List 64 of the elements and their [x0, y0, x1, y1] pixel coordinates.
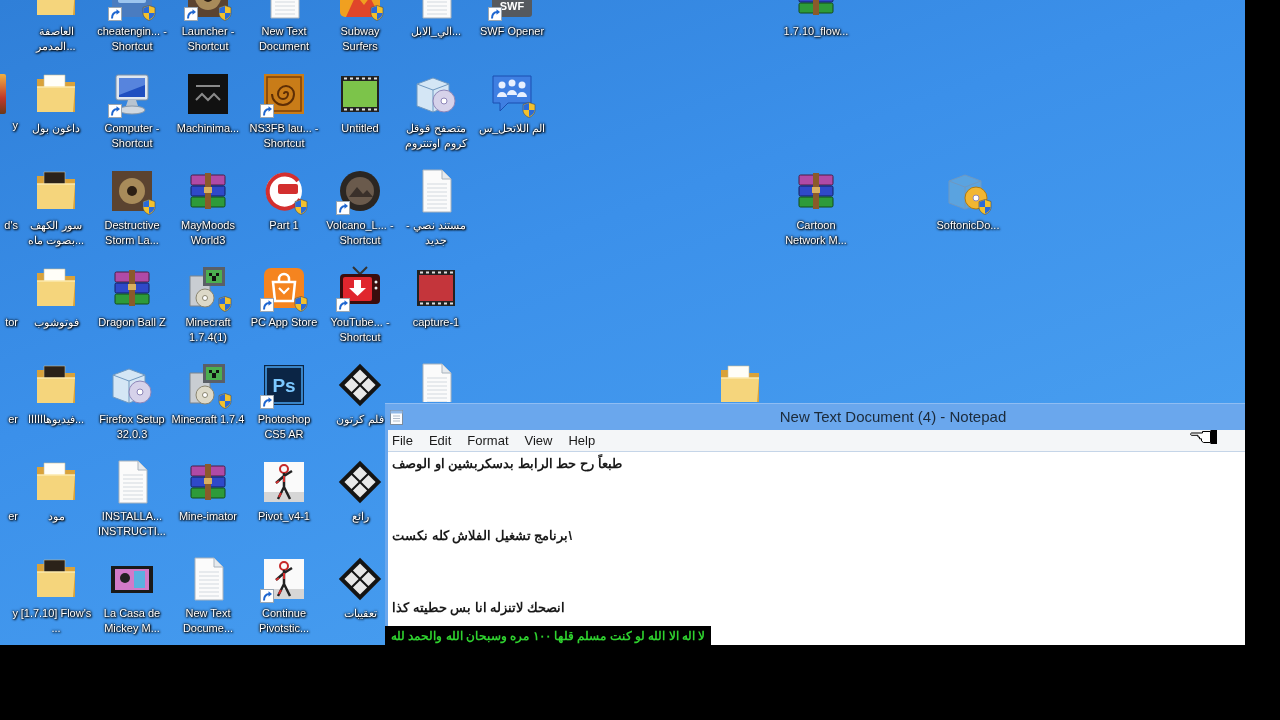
desktop-item[interactable]: فوتوشوب	[32, 264, 80, 330]
logo-text: Ps	[272, 375, 296, 395]
desktop-item[interactable]: مود	[32, 458, 80, 524]
desktop-item[interactable]: Pivot_v4-1	[258, 458, 310, 524]
desktop-item[interactable]: تعقيبات	[336, 555, 384, 621]
text-line: انصحك لاتنزله انا بس حطيته كذا	[392, 599, 566, 617]
text-line: برنامج تشغيل الفلاش كله نكست\	[392, 527, 573, 545]
menu-item[interactable]: File	[389, 432, 416, 449]
desktop-item[interactable]: New Text Document	[247, 0, 321, 54]
desktop-item[interactable]: PC App Store	[250, 264, 318, 330]
menu-item[interactable]: View	[521, 432, 556, 449]
desktop-item[interactable]: Untitled	[336, 70, 384, 136]
desktop-item[interactable]: فيديوهاااااا...	[27, 361, 85, 427]
desktop-item[interactable]: الم اللاتحل_س	[478, 70, 546, 136]
desktop-item[interactable]: SWF SWF Opener	[479, 0, 545, 39]
menu-item[interactable]: Edit	[425, 432, 455, 449]
desktop-item[interactable]: capture-1	[412, 264, 460, 330]
desktop-item[interactable]: La Casa de Mickey M...	[95, 555, 169, 636]
desktop-item[interactable]: SoftonicDo...	[936, 167, 1000, 233]
desktop-item[interactable]: Subway Surfers	[323, 0, 397, 54]
subtitle-caption: لا اله الا الله لو كنت مسلم قلها ١٠٠ مره وسبحان الله والحمد لله	[385, 626, 712, 645]
cut-off-tile-icon	[0, 74, 6, 114]
desktop-item[interactable]: y	[0, 606, 18, 621]
desktop-item[interactable]: Part 1	[260, 167, 308, 233]
desktop-item[interactable]: cheatengin... - Shortcut	[95, 0, 169, 54]
desktop-item[interactable]: YouTube... - Shortcut	[323, 264, 397, 345]
desktop-item[interactable]: New Text Docume...	[171, 555, 245, 636]
text-line: طبعاً رح حط الرابط بدسكربشين او الوصف	[392, 455, 622, 473]
desktop-item[interactable]: Machinima...	[176, 70, 240, 136]
desktop-item[interactable]: العاصفة المدمر...	[19, 0, 93, 54]
desktop-item[interactable]: 1.7.10_flow...	[783, 0, 849, 39]
desktop-item[interactable]: Continue Pivotstic...	[247, 555, 321, 636]
desktop-item[interactable]: متصفح قوقل كروم اوتنتروم	[399, 70, 473, 151]
desktop-item[interactable]: Ps Photoshop CS5 AR	[247, 361, 321, 442]
desktop-item[interactable]: Volcano_L... - Shortcut	[323, 167, 397, 248]
desktop-item[interactable]: مستند نصي - جديد	[399, 167, 473, 248]
desktop-item[interactable]: INSTALLA... INSTRUCTI...	[95, 458, 169, 539]
desktop-item[interactable]: Computer - Shortcut	[95, 70, 169, 151]
desktop-item[interactable]: NS3FB lau... - Shortcut	[247, 70, 321, 151]
desktop-item[interactable]: Launcher - Shortcut	[171, 0, 245, 54]
desktop-item[interactable]: Dragon Ball Z	[98, 264, 166, 330]
desktop-item[interactable]: MayMoods World3	[171, 167, 245, 248]
menu-item[interactable]: Format	[464, 432, 512, 449]
desktop-item[interactable]: فلم كرتون	[336, 361, 384, 427]
logo-text: SWF	[499, 1, 525, 12]
desktop-item[interactable]: Cartoon Network M...	[779, 167, 853, 248]
desktop-item[interactable]: Destructive Storm La...	[95, 167, 169, 248]
desktop-item[interactable]: y	[0, 68, 18, 133]
desktop-item[interactable]: Minecraft 1.7.4	[171, 361, 245, 427]
desktop-item[interactable]: tor	[0, 315, 18, 330]
desktop-item[interactable]: [1.7.10] Flow's ...	[19, 555, 93, 636]
menu-item[interactable]: Help	[565, 432, 599, 449]
desktop-item[interactable]: Mine-imator	[178, 458, 238, 524]
notepad-icon	[390, 409, 403, 425]
desktop-item[interactable]: d's	[0, 218, 18, 233]
desktop-item[interactable]: er	[0, 412, 18, 427]
desktop-item[interactable]: رائع	[336, 458, 384, 524]
desktop-item[interactable]: سور الكهف بصوت ماه...	[19, 167, 93, 248]
desktop-item[interactable]: Minecraft 1.7.4(1)	[171, 264, 245, 345]
desktop-item[interactable]: er	[0, 509, 18, 524]
desktop-item[interactable]: داغون بول	[31, 70, 81, 136]
desktop-item[interactable]: Firefox Setup 32.0.3	[95, 361, 169, 442]
window-title: New Text Document (4) - Notepad	[779, 407, 1007, 427]
desktop-item[interactable]: الي_الابل...	[410, 0, 462, 39]
